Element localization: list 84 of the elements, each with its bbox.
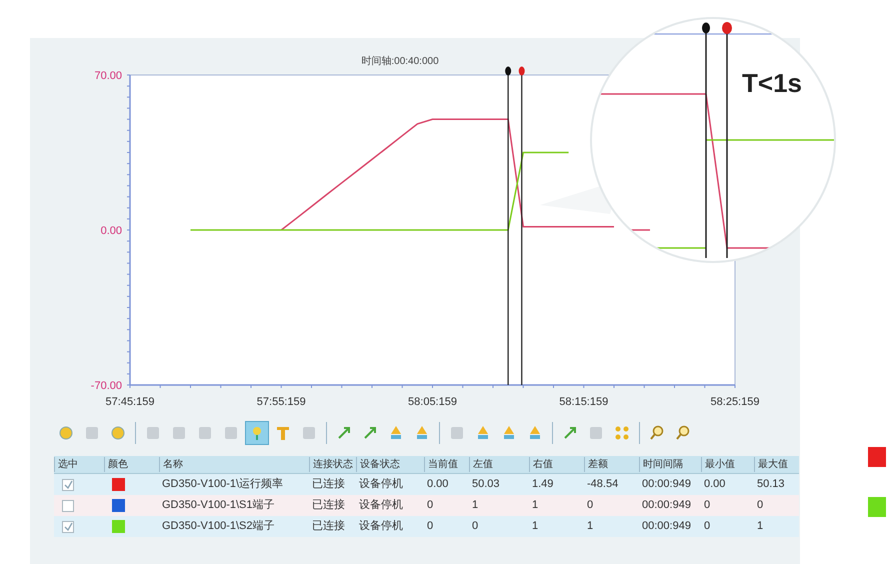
table-cell-text: GD350-V100-1\运行频率 xyxy=(161,476,284,492)
table-cell-text: 1 xyxy=(586,519,594,534)
table-cell-text: 50.13 xyxy=(756,477,786,492)
table-cell-text: 0 xyxy=(471,519,480,534)
table-cell-text: GD350-V100-1\S1端子 xyxy=(161,498,276,514)
zoom-icon xyxy=(675,425,691,441)
tick-label: 57:45:159 xyxy=(106,396,154,408)
square-icon xyxy=(449,425,465,441)
square-icon xyxy=(145,425,161,441)
table-cell-text: 0 xyxy=(756,498,764,514)
table-cell-text: 0 xyxy=(426,498,434,514)
toolbar-button[interactable] xyxy=(245,421,269,445)
column-header[interactable]: 当前值 xyxy=(424,457,469,472)
tick-label: 58:15:159 xyxy=(559,396,608,408)
table-cell-text: 1 xyxy=(531,498,540,514)
table-cell-text: 1 xyxy=(531,519,540,534)
table-cell-text: 设备停机 xyxy=(358,519,404,534)
table-cell-text: 已连接 xyxy=(311,498,346,514)
table-cell-text: 1 xyxy=(471,498,480,514)
zoom-icon xyxy=(649,425,665,441)
marker-icon xyxy=(388,425,404,441)
table-cell-text: 已连接 xyxy=(311,518,346,534)
table-cell-text: 00:00:949 xyxy=(641,498,692,514)
tick-label: 58:05:159 xyxy=(408,396,457,408)
table-cell-text: 0.00 xyxy=(426,477,450,492)
column-header[interactable]: 时间间隔 xyxy=(639,457,701,472)
square-icon xyxy=(171,425,187,441)
column-header[interactable]: 最小值 xyxy=(701,457,754,472)
table-cell-text: 0.00 xyxy=(703,477,726,492)
square-icon xyxy=(197,425,213,441)
table-cell-text: 00:00:949 xyxy=(641,477,692,492)
column-header[interactable]: 设备状态 xyxy=(356,457,424,472)
time-annotation: T<1s xyxy=(742,67,802,100)
t-shape-icon xyxy=(275,425,291,441)
dot-icon xyxy=(110,425,126,441)
tick-label: 58:25:159 xyxy=(710,396,760,408)
square-icon xyxy=(301,425,317,441)
table-cell-text: 0 xyxy=(703,519,712,534)
square-icon xyxy=(223,425,239,441)
table-cell-text: 0 xyxy=(426,519,434,534)
table-cell-text: 1.49 xyxy=(531,477,554,492)
column-header[interactable]: 选中 xyxy=(54,457,104,472)
arrow-icon xyxy=(562,425,578,441)
dots-icon xyxy=(614,425,630,441)
marker-icon xyxy=(527,425,543,441)
cursor-line[interactable] xyxy=(505,66,512,385)
column-header[interactable]: 差额 xyxy=(584,457,639,472)
table-cell-text: 50.03 xyxy=(471,477,501,492)
row-checkbox[interactable] xyxy=(62,520,74,532)
tick-label: -70.00 xyxy=(90,380,122,392)
table-cell-text: 0 xyxy=(703,498,712,514)
chart-title: 时间轴:00:40:000 xyxy=(361,56,439,67)
column-header[interactable]: 名称 xyxy=(159,457,309,472)
cursor-handle[interactable] xyxy=(518,66,525,76)
marker-icon xyxy=(475,425,491,441)
table-cell-text: 1 xyxy=(756,519,764,534)
column-header[interactable]: 连接状态 xyxy=(309,457,356,472)
cursor-line[interactable] xyxy=(518,66,525,385)
tick-label: 0.00 xyxy=(100,225,122,237)
column-header[interactable]: 左值 xyxy=(469,457,529,472)
table-cell-text: -48.54 xyxy=(586,477,620,492)
column-header[interactable]: 颜色 xyxy=(104,457,159,472)
marker-icon xyxy=(501,425,517,441)
table-cell-text: 0 xyxy=(586,498,594,514)
cursor-handle[interactable] xyxy=(505,66,512,76)
table-cell-text: GD350-V100-1\S2端子 xyxy=(161,519,276,534)
check-icon xyxy=(64,522,72,531)
table-cell-text: 设备停机 xyxy=(358,498,404,514)
column-header[interactable]: 右值 xyxy=(529,457,584,472)
dot-icon xyxy=(58,425,74,441)
square-icon xyxy=(588,425,604,441)
tick-label: 57:55:159 xyxy=(256,396,306,408)
row-checkbox[interactable] xyxy=(62,500,74,512)
table-cell-text: 00:00:949 xyxy=(641,519,692,534)
row-checkbox[interactable] xyxy=(62,478,74,490)
column-header[interactable]: 最大值 xyxy=(754,457,799,472)
square-icon xyxy=(84,425,100,441)
table-cell-text: 设备停机 xyxy=(358,477,404,492)
arrow-icon xyxy=(336,425,352,441)
check-icon xyxy=(64,480,72,489)
arrow-icon xyxy=(362,425,378,441)
marker-icon xyxy=(414,425,430,441)
tick-label: 70.00 xyxy=(94,70,122,82)
table-cell-text: 已连接 xyxy=(311,476,346,492)
